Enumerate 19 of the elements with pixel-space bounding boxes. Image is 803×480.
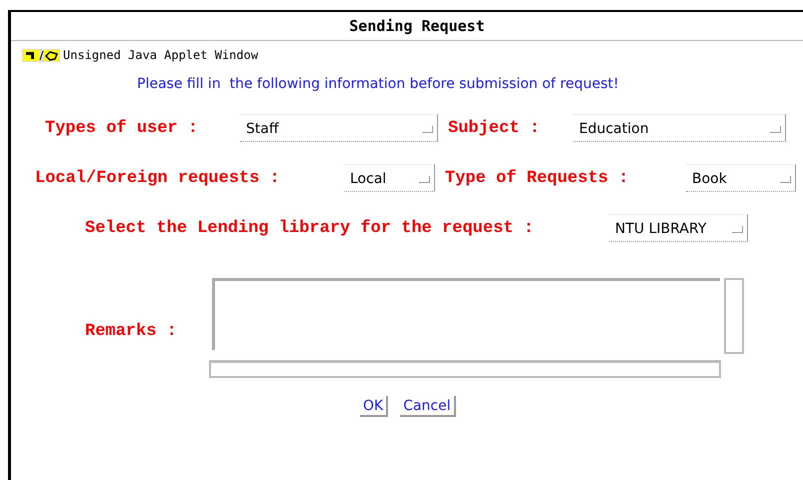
dropdown[interactable]: Education <box>573 114 786 142</box>
field-label: Select the Lending library for the request : <box>85 218 535 238</box>
java-warning-icon <box>22 48 60 62</box>
window-title: Sending Request <box>348 17 485 35</box>
dialog-button[interactable]: OK <box>360 396 388 417</box>
field-label: Type of Requests : <box>445 168 630 188</box>
dropdown[interactable]: Staff <box>240 114 438 142</box>
horizontal-scrollbar[interactable] <box>209 360 721 378</box>
field-label: Local/Foreign requests : <box>35 168 281 188</box>
field-label: Types of user : <box>45 118 200 138</box>
remarks-label: Remarks : <box>85 322 178 343</box>
dropdown[interactable]: Book <box>686 164 796 192</box>
dropdown[interactable]: NTU LIBRARY <box>609 214 748 242</box>
field-label: Subject : <box>448 118 541 138</box>
vertical-scrollbar[interactable] <box>724 278 744 354</box>
dropdown[interactable]: Local <box>344 164 435 192</box>
applet-warning: Unsigned Java Applet Window <box>63 48 258 62</box>
instruction-text: Please fill in the following information before submission of request! <box>137 76 620 92</box>
dialog-button[interactable]: Cancel <box>400 396 456 417</box>
